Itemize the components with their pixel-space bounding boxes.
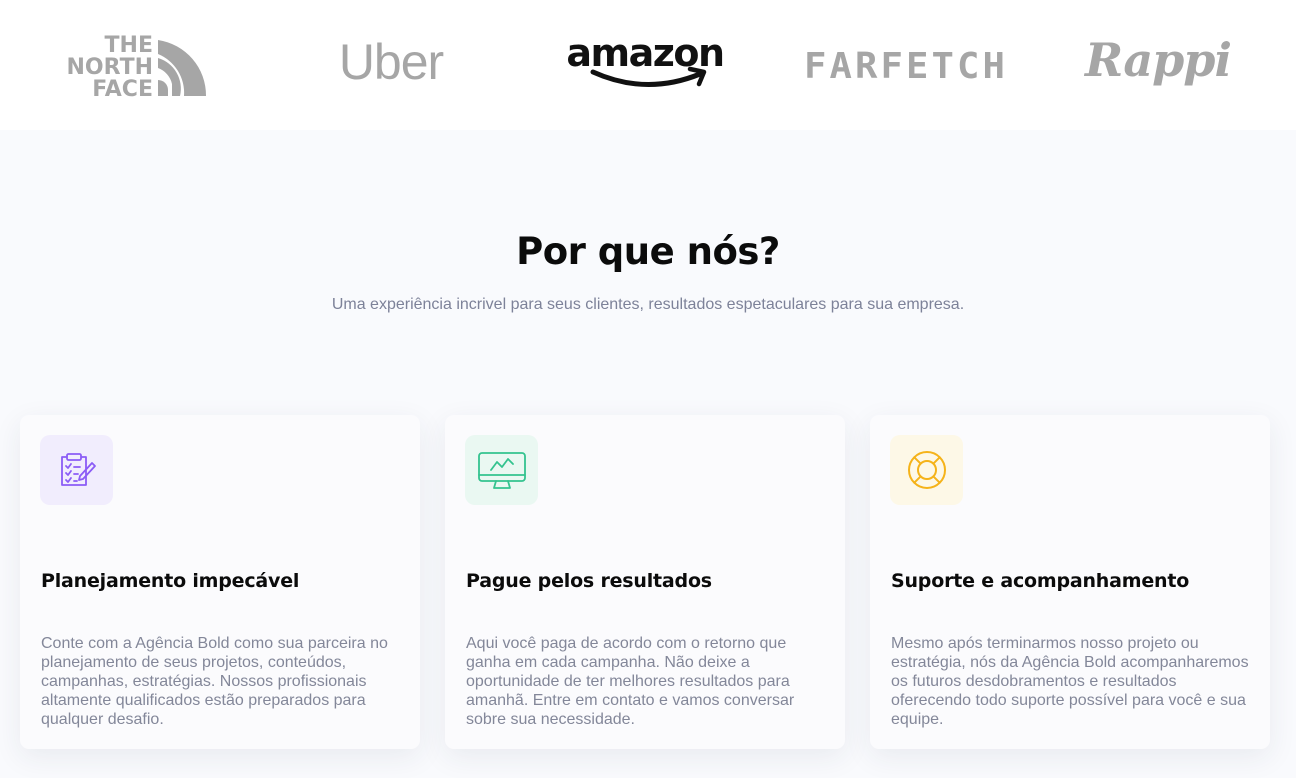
feature-card-planning: Planejamento impecável Conte com a Agênc… [20,415,420,749]
logo-the-north-face: THE NORTH FACE [60,0,210,130]
feature-icon-box [40,435,113,505]
feature-card-results: Pague pelos resultados Aqui você paga de… [445,415,845,749]
logo-uber-text: Uber [339,34,444,90]
feature-card-title: Planejamento impecável [41,570,300,592]
logo-farfetch: FARFETCH [800,0,1012,130]
logo-rappi-text: Rappi [1083,33,1231,87]
logo-amazon: amazon [560,0,730,130]
lifebuoy-icon [907,451,946,489]
monitor-chart-icon [477,452,526,489]
feature-card-text: Mesmo após terminarmos nosso projeto ou … [891,635,1249,728]
north-face-arcs-icon [158,40,207,96]
feature-card-text: Conte com a Agência Bold como sua parcei… [41,635,388,728]
section-title: Por que nós? [516,230,780,273]
feature-icon-box [465,435,538,505]
feature-icon-box [890,435,963,505]
logo-amazon-text: amazon [566,31,723,75]
feature-card-support: Suporte e acompanhamento Mesmo após term… [870,415,1270,749]
client-logos-bar: THE NORTH FACE Uber amazon FARFETCH Rapp… [0,0,1296,130]
feature-card-title: Suporte e acompanhamento [891,570,1190,592]
feature-card-text: Aqui você paga de acordo com o retorno q… [466,635,795,728]
feature-card-title: Pague pelos resultados [466,570,712,592]
logo-farfetch-text: FARFETCH [804,46,1008,87]
logo-tnf-line-3: FACE [92,77,153,102]
section-subtitle: Uma experiência incrivel para seus clien… [331,296,965,313]
logo-rappi: Rappi [1083,0,1232,130]
logo-uber: Uber [326,0,456,130]
clipboard-checklist-icon [60,453,96,486]
